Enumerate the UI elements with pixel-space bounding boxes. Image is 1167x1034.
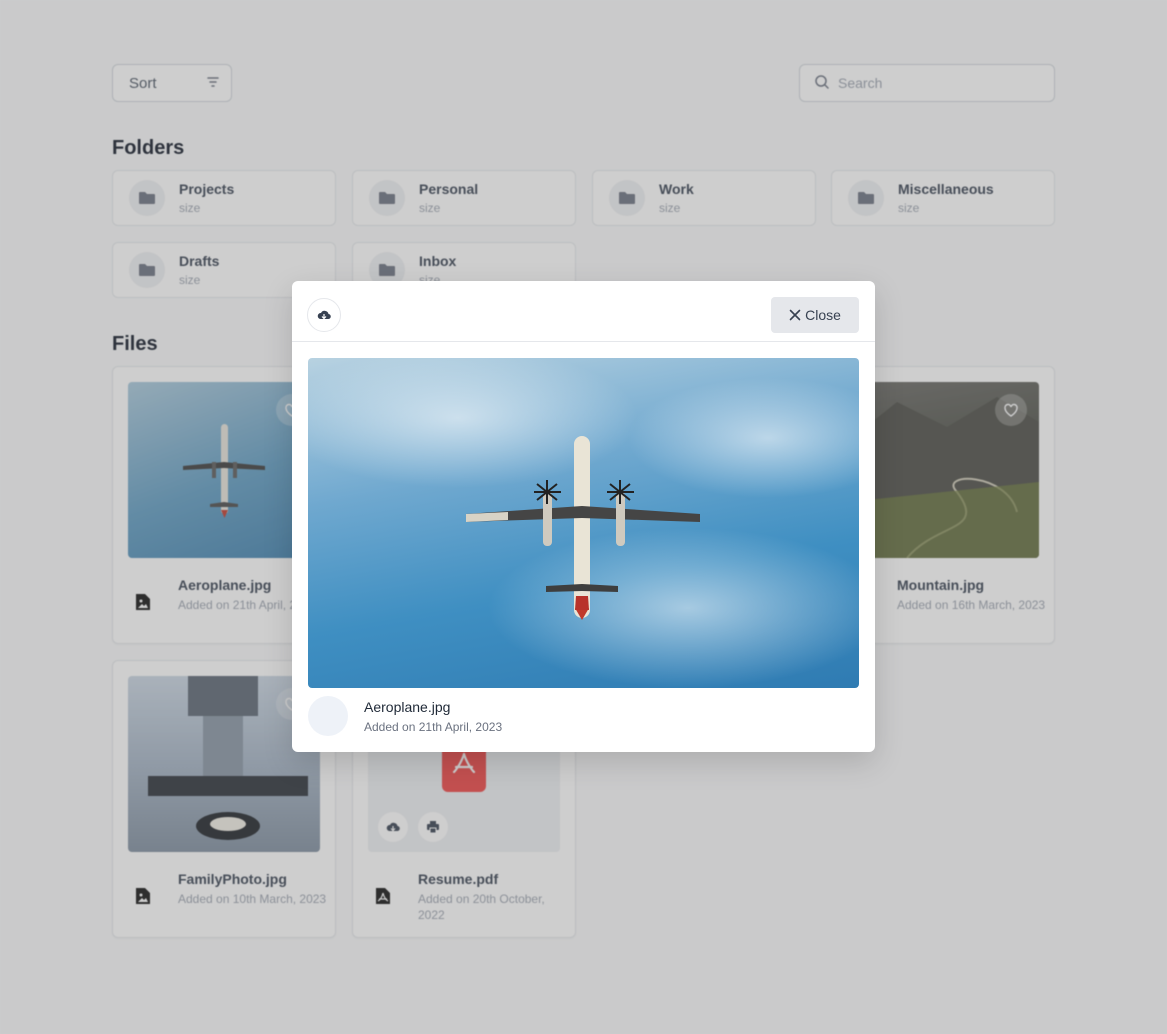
file-avatar bbox=[308, 696, 348, 736]
modal-header: Close bbox=[292, 281, 875, 342]
download-button[interactable] bbox=[307, 298, 341, 332]
file-preview-modal: Close Aeroplane.jpg Added on 21th April,… bbox=[292, 281, 875, 752]
close-icon bbox=[789, 309, 801, 321]
cloud-download-icon bbox=[317, 310, 331, 320]
close-label: Close bbox=[805, 307, 841, 323]
close-button[interactable]: Close bbox=[771, 297, 859, 333]
image-preview bbox=[308, 358, 859, 688]
modal-file-name: Aeroplane.jpg bbox=[364, 699, 451, 715]
aeroplane-preview-image bbox=[308, 358, 859, 688]
modal-file-date: Added on 21th April, 2023 bbox=[364, 720, 503, 734]
